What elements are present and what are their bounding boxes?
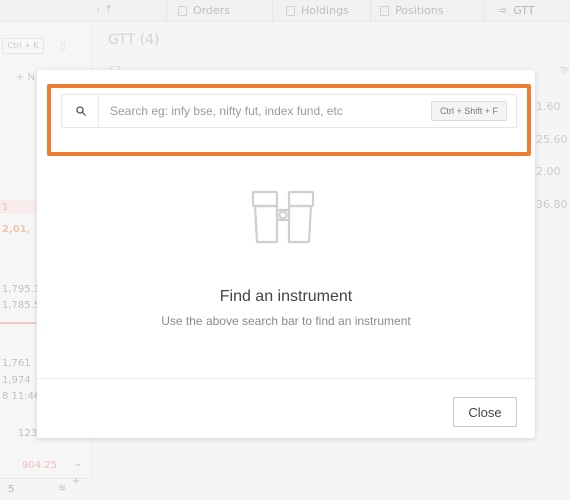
search-icon: [76, 106, 86, 116]
search-divider: [98, 95, 99, 127]
keyboard-shortcut-badge: Ctrl + Shift + F: [430, 101, 507, 121]
modal-footer: Close: [37, 378, 535, 438]
empty-state-subtitle: Use the above search bar to find an inst…: [161, 314, 411, 328]
search-box[interactable]: Ctrl + Shift + F: [61, 94, 517, 128]
search-input[interactable]: [110, 102, 430, 120]
close-button[interactable]: Close: [453, 397, 517, 427]
instrument-search-modal: Ctrl + Shift + F Find an instrument Use …: [37, 70, 535, 438]
search-area: Ctrl + Shift + F: [47, 84, 531, 162]
binoculars-icon: [251, 190, 315, 244]
empty-state-title: Find an instrument: [219, 288, 353, 305]
